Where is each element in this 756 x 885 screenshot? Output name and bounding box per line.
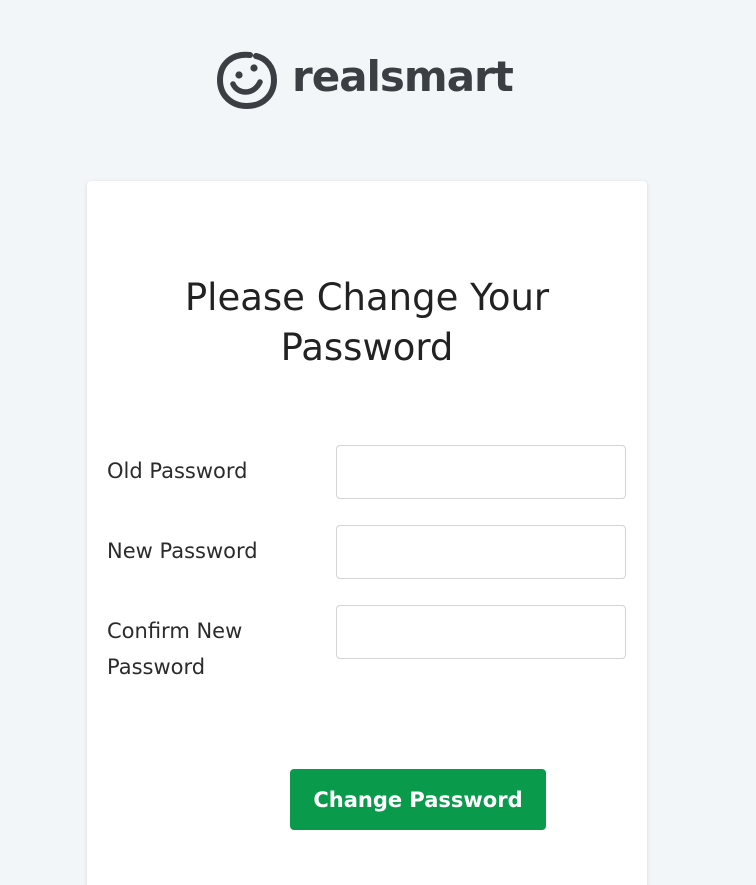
smiley-face-icon xyxy=(216,50,278,110)
page: realsmart Please Change Your Password Ol… xyxy=(0,0,756,885)
page-title: Please Change Your Password xyxy=(184,276,550,369)
confirm-new-password-label: Confirm New Password xyxy=(107,619,243,679)
confirm-new-password-field[interactable] xyxy=(336,605,626,659)
new-password-field[interactable] xyxy=(336,525,626,579)
new-password-label: New Password xyxy=(107,539,258,563)
brand-logo[interactable]: realsmart xyxy=(216,50,514,110)
old-password-label: Old Password xyxy=(107,459,248,483)
change-password-button[interactable]: Change Password xyxy=(290,769,546,830)
brand-name: realsmart xyxy=(292,52,514,101)
change-password-card: Please Change Your Password Old Password… xyxy=(87,181,647,885)
old-password-field[interactable] xyxy=(336,445,626,499)
